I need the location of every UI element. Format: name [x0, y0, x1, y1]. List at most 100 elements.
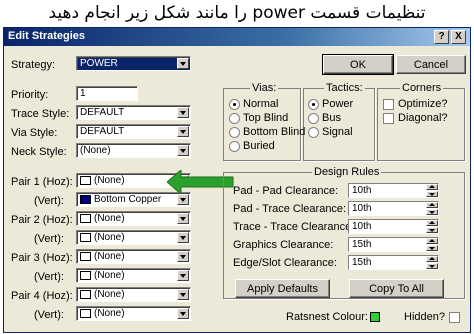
strategy-value: POWER: [80, 58, 118, 69]
vias-radio-buried[interactable]: [229, 141, 240, 152]
layer-colour-swatch: [80, 195, 91, 204]
layer-pair-select[interactable]: (None): [76, 287, 191, 302]
layer-pair-select[interactable]: (None): [76, 306, 191, 321]
chevron-down-icon[interactable]: [177, 194, 189, 205]
design-rule-value: 10th: [352, 185, 372, 196]
chevron-down-icon[interactable]: [177, 289, 189, 300]
spin-down-icon[interactable]: [426, 245, 438, 251]
design-rule-value: 10th: [352, 203, 372, 214]
vias-option-label: Bottom Blind: [243, 126, 306, 138]
layer-pair-value: (None): [94, 213, 125, 224]
strategy-select[interactable]: POWER: [76, 56, 191, 71]
tactics-radio-bus[interactable]: [308, 113, 319, 124]
chevron-down-icon[interactable]: [177, 213, 189, 224]
cancel-button[interactable]: Cancel: [396, 55, 466, 74]
layer-colour-swatch: [80, 176, 91, 185]
pair-hoz-label: Pair 2 (Hoz):: [11, 214, 73, 226]
design-rule-label: Trace - Trace Clearance:: [233, 221, 355, 233]
layer-pair-select[interactable]: (None): [76, 249, 191, 264]
design-rule-spinner[interactable]: 10th: [348, 201, 439, 216]
apply-defaults-label: Apply Defaults: [247, 283, 318, 295]
design-rule-spinner[interactable]: 15th: [348, 237, 439, 252]
vias-radio-normal[interactable]: [229, 99, 240, 110]
layer-colour-swatch: [80, 233, 91, 242]
spin-up-icon[interactable]: [426, 220, 438, 226]
tactics-option-label: Power: [322, 98, 354, 110]
copy-to-all-button[interactable]: Copy To All: [349, 279, 444, 298]
design-rules-title: Design Rules: [312, 166, 382, 178]
spin-up-icon[interactable]: [426, 184, 438, 190]
layer-pair-select[interactable]: (None): [76, 268, 191, 283]
pair-vert-label: (Vert):: [34, 309, 64, 321]
neck-style-select[interactable]: (None): [76, 143, 191, 158]
spin-down-icon[interactable]: [426, 209, 438, 215]
vias-radio-top-blind[interactable]: [229, 113, 240, 124]
pair-hoz-label: Pair 3 (Hoz):: [11, 252, 73, 264]
layer-colour-swatch: [80, 309, 91, 318]
design-rule-value: 15th: [352, 257, 372, 268]
priority-input[interactable]: 1: [76, 86, 138, 101]
title-bar[interactable]: Edit Strategies ? X: [4, 28, 470, 46]
chevron-down-icon[interactable]: [177, 251, 189, 262]
design-rule-label: Edge/Slot Clearance:: [233, 257, 337, 269]
ratsnest-colour-swatch[interactable]: [370, 312, 380, 322]
design-rule-label: Pad - Trace Clearance:: [233, 203, 347, 215]
spin-down-icon[interactable]: [426, 263, 438, 269]
tactics-radio-power[interactable]: [308, 99, 319, 110]
pair-hoz-label: Pair 1 (Hoz):: [11, 176, 73, 188]
pair-vert-label: (Vert):: [34, 271, 64, 283]
pair-hoz-label: Pair 4 (Hoz):: [11, 290, 73, 302]
layer-pair-value: (None): [94, 175, 125, 186]
layer-colour-swatch: [80, 271, 91, 280]
layer-pair-select[interactable]: (None): [76, 230, 191, 245]
pair-vert-label: (Vert):: [34, 233, 64, 245]
corners-checkbox-optimize[interactable]: [383, 99, 394, 110]
tactics-option-label: Bus: [322, 112, 341, 124]
chevron-down-icon[interactable]: [177, 232, 189, 243]
strategy-label: Strategy:: [11, 59, 56, 71]
layer-pair-select[interactable]: (None): [76, 211, 191, 226]
hidden-label: Hidden?: [404, 311, 445, 323]
layer-pair-value: Bottom Copper: [94, 194, 162, 205]
instruction-caption: تنظیمات قسمت power را مانند شکل زیر انجا…: [48, 3, 426, 23]
design-rule-label: Pad - Pad Clearance:: [233, 185, 339, 197]
tactics-option-label: Signal: [322, 126, 353, 138]
priority-label: Priority:: [11, 89, 49, 101]
layer-colour-swatch: [80, 252, 91, 261]
chevron-down-icon[interactable]: [177, 270, 189, 281]
layer-pair-select[interactable]: Bottom Copper: [76, 192, 191, 207]
vias-radio-bottom-blind[interactable]: [229, 127, 240, 138]
spin-up-icon[interactable]: [426, 202, 438, 208]
trace-style-select[interactable]: DEFAULT: [76, 105, 191, 120]
chevron-down-icon[interactable]: [177, 126, 189, 137]
vias-option-label: Normal: [243, 98, 279, 110]
ok-button[interactable]: OK: [322, 54, 394, 75]
hidden-checkbox[interactable]: [449, 312, 460, 323]
corners-option-label: Diagonal?: [398, 112, 448, 124]
apply-defaults-button[interactable]: Apply Defaults: [235, 279, 330, 298]
spin-up-icon[interactable]: [426, 238, 438, 244]
design-rule-spinner[interactable]: 10th: [348, 183, 439, 198]
chevron-down-icon[interactable]: [177, 145, 189, 156]
tactics-radio-signal[interactable]: [308, 127, 319, 138]
chevron-down-icon[interactable]: [177, 58, 189, 69]
spin-up-icon[interactable]: [426, 256, 438, 262]
design-rule-value: 10th: [352, 221, 372, 232]
design-rule-spinner[interactable]: 15th: [348, 255, 439, 270]
close-button[interactable]: X: [451, 30, 466, 44]
spin-down-icon[interactable]: [426, 227, 438, 233]
design-rule-value: 15th: [352, 239, 372, 250]
vias-option-label: Buried: [243, 140, 275, 152]
help-button[interactable]: ?: [434, 30, 449, 44]
corners-checkbox-diagonal[interactable]: [383, 113, 394, 124]
ok-button-label: OK: [350, 59, 366, 71]
layer-pair-value: (None): [94, 251, 125, 262]
cancel-button-label: Cancel: [413, 59, 449, 71]
chevron-down-icon[interactable]: [177, 308, 189, 319]
chevron-down-icon[interactable]: [177, 107, 189, 118]
design-rule-spinner[interactable]: 10th: [348, 219, 439, 234]
via-style-select[interactable]: DEFAULT: [76, 124, 191, 139]
layer-colour-swatch: [80, 214, 91, 223]
spin-down-icon[interactable]: [426, 191, 438, 197]
corners-title: Corners: [400, 82, 444, 94]
